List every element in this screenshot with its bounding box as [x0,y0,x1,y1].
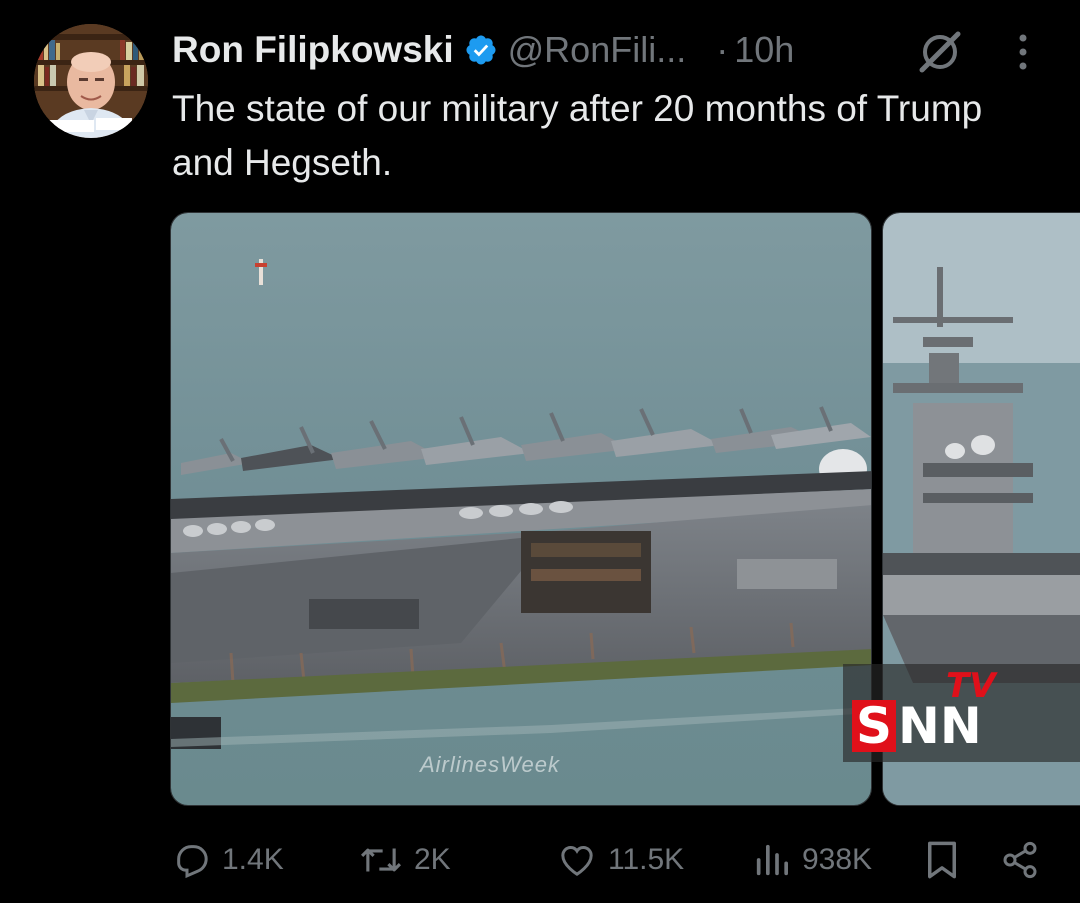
snn-logo-nn: NN [898,697,982,755]
views-chart-icon [756,844,788,876]
reply-icon [177,845,208,879]
tweet-text: The state of our military after 20 month… [172,88,983,183]
repost-count: 2K [414,843,451,876]
views-button[interactable]: 938K [752,830,872,890]
heart-icon [561,845,593,876]
repost-button[interactable]: 2K [358,830,451,890]
media-image-1[interactable] [170,212,872,806]
user-handle[interactable]: @RonFili... [508,29,687,71]
bookmark-button[interactable] [924,830,970,890]
bookmark-icon [928,841,956,879]
grok-icon[interactable] [916,28,964,76]
repost-icon [361,848,401,872]
snn-logo: S NN [852,696,984,752]
like-button[interactable]: 11.5K [556,830,684,890]
share-button[interactable] [1000,830,1050,890]
share-icon [1003,841,1037,879]
display-name[interactable]: Ron Filipkowski [172,29,454,71]
like-count: 11.5K [608,843,685,876]
separator-dot: · [716,29,729,70]
media-watermark: AirlinesWeek [420,752,560,777]
views-count: 938K [802,843,873,876]
tweet-header: Ron Filipkowski @RonFili... · 10h [172,26,794,74]
avatar[interactable] [34,24,148,138]
snn-logo-s: S [852,700,897,752]
more-dots-icon[interactable] [1008,30,1038,74]
action-bar: 1.4K 2K 11.5K 938K [0,830,1080,890]
reply-button[interactable]: 1.4K [172,830,284,890]
timestamp[interactable]: 10h [734,29,794,71]
reply-count: 1.4K [222,843,284,876]
verified-badge-icon[interactable] [464,33,498,67]
tweet-card[interactable]: Ron Filipkowski @RonFili... · 10h The st… [0,0,1080,903]
